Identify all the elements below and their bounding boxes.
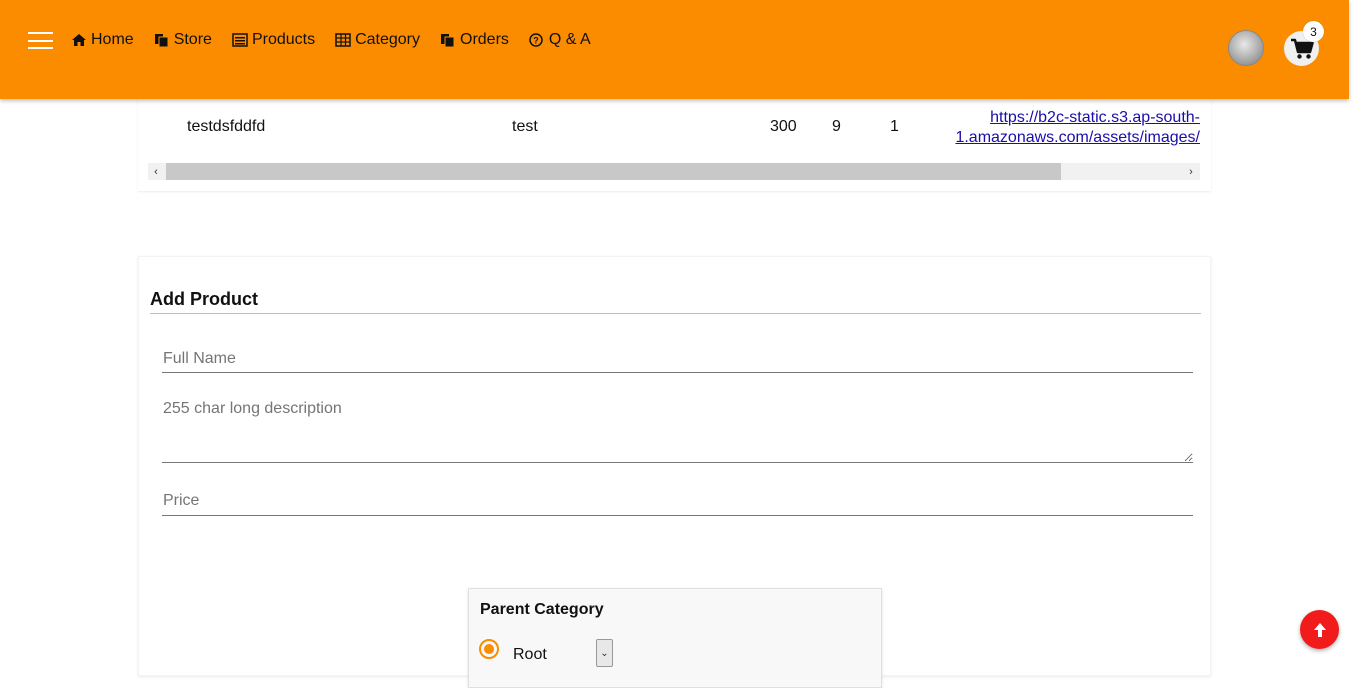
copy-icon	[441, 34, 455, 47]
nav-products[interactable]: Products	[232, 30, 315, 50]
cell-price: 300	[770, 118, 797, 135]
full-name-input[interactable]	[162, 345, 1193, 373]
add-product-card: Add Product Parent Category Root ⌄	[138, 256, 1211, 688]
cell-name: testdsfddfd	[187, 118, 266, 135]
hamburger-menu-icon[interactable]	[28, 32, 53, 49]
user-avatar[interactable]	[1228, 30, 1264, 66]
image-url-link-line2[interactable]: 1.amazonaws.com/assets/images/	[955, 129, 1200, 146]
root-radio[interactable]	[479, 639, 499, 659]
description-textarea[interactable]	[162, 399, 1193, 463]
scroll-right-icon[interactable]: ›	[1185, 165, 1197, 178]
cell-quantity: 9	[832, 118, 841, 135]
price-input[interactable]	[162, 487, 1193, 516]
cell-category: 1	[890, 118, 899, 135]
scrollbar-thumb[interactable]	[166, 163, 1061, 180]
cart-count-badge: 3	[1303, 21, 1324, 42]
main-nav: Home Store Products Category Orders ? Q …	[71, 30, 611, 50]
table-icon	[335, 33, 351, 47]
svg-text:?: ?	[533, 36, 539, 46]
list-alt-icon	[232, 33, 248, 47]
parent-category-title: Parent Category	[480, 601, 604, 618]
nav-home-label: Home	[91, 31, 134, 48]
nav-qa-label: Q & A	[548, 31, 591, 48]
scroll-left-icon[interactable]: ‹	[150, 165, 162, 178]
chevron-down-icon[interactable]: ⌄	[596, 639, 613, 667]
question-circle-icon: ?	[529, 33, 543, 47]
nav-home[interactable]: Home	[71, 30, 134, 50]
scroll-to-top-button[interactable]	[1300, 610, 1339, 649]
copy-icon	[154, 34, 169, 47]
top-navbar: Home Store Products Category Orders ? Q …	[0, 0, 1349, 99]
image-url-link-line1[interactable]: https://b2c-static.s3.ap-south-	[990, 109, 1200, 126]
nav-qa[interactable]: ? Q & A	[529, 30, 591, 50]
horizontal-scrollbar[interactable]: ‹ ›	[148, 163, 1200, 180]
parent-category-panel: Parent Category Root ⌄	[468, 588, 882, 688]
nav-category-label: Category	[355, 31, 420, 48]
home-icon	[72, 34, 86, 46]
root-label: Root	[513, 646, 547, 663]
nav-products-label: Products	[251, 31, 316, 48]
title-divider	[150, 313, 1201, 314]
nav-orders[interactable]: Orders	[440, 30, 509, 50]
nav-orders-label: Orders	[460, 31, 509, 48]
products-table-card: testdsfddfd test 300 9 1 https://b2c-sta…	[138, 99, 1211, 191]
arrow-up-icon	[1313, 622, 1326, 637]
form-title: Add Product	[150, 289, 258, 309]
cell-description: test	[512, 118, 538, 135]
nav-store[interactable]: Store	[154, 30, 212, 50]
nav-store-label: Store	[173, 31, 212, 48]
nav-category[interactable]: Category	[335, 30, 420, 50]
cell-image-url: https://b2c-static.s3.ap-south- 1.amazon…	[950, 108, 1200, 148]
